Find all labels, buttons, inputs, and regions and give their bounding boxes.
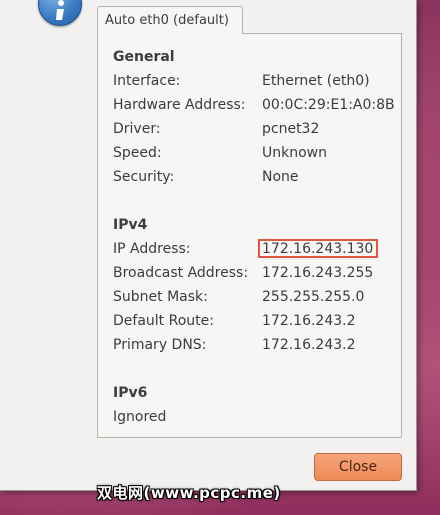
section-ipv6-title: IPv6 xyxy=(113,385,148,401)
driver-label: Driver: xyxy=(113,121,161,137)
info-icon xyxy=(38,0,82,26)
hardware-address-value: 00:0C:29:E1:A0:8B xyxy=(262,97,395,113)
connection-information-dialog: Auto eth0 (default) General Interface: E… xyxy=(0,0,417,491)
default-route-label: Default Route: xyxy=(113,313,214,329)
tab-auto-eth0[interactable]: Auto eth0 (default) xyxy=(97,6,243,34)
section-general-title: General xyxy=(113,49,175,65)
primary-dns-label: Primary DNS: xyxy=(113,337,207,353)
section-ipv4-title: IPv4 xyxy=(113,217,148,233)
connection-details-panel: General Interface: Ethernet (eth0) Hardw… xyxy=(97,33,402,438)
broadcast-address-label: Broadcast Address: xyxy=(113,265,249,281)
speed-value: Unknown xyxy=(262,145,327,161)
interface-label: Interface: xyxy=(113,73,181,89)
subnet-mask-value: 255.255.255.0 xyxy=(262,289,365,305)
broadcast-address-value: 172.16.243.255 xyxy=(262,265,374,281)
security-label: Security: xyxy=(113,169,175,185)
driver-value: pcnet32 xyxy=(262,121,320,137)
interface-value: Ethernet (eth0) xyxy=(262,73,370,89)
speed-label: Speed: xyxy=(113,145,162,161)
default-route-value: 172.16.243.2 xyxy=(262,313,356,329)
ip-address-label: IP Address: xyxy=(113,241,191,257)
primary-dns-value: 172.16.243.2 xyxy=(262,337,356,353)
ip-address-highlight xyxy=(258,239,378,258)
security-value: None xyxy=(262,169,299,185)
hardware-address-label: Hardware Address: xyxy=(113,97,246,113)
close-button[interactable]: Close xyxy=(314,453,402,481)
watermark-text: 双电网(www.pcpc.me) xyxy=(97,484,281,502)
ipv6-status: Ignored xyxy=(113,409,167,425)
subnet-mask-label: Subnet Mask: xyxy=(113,289,208,305)
